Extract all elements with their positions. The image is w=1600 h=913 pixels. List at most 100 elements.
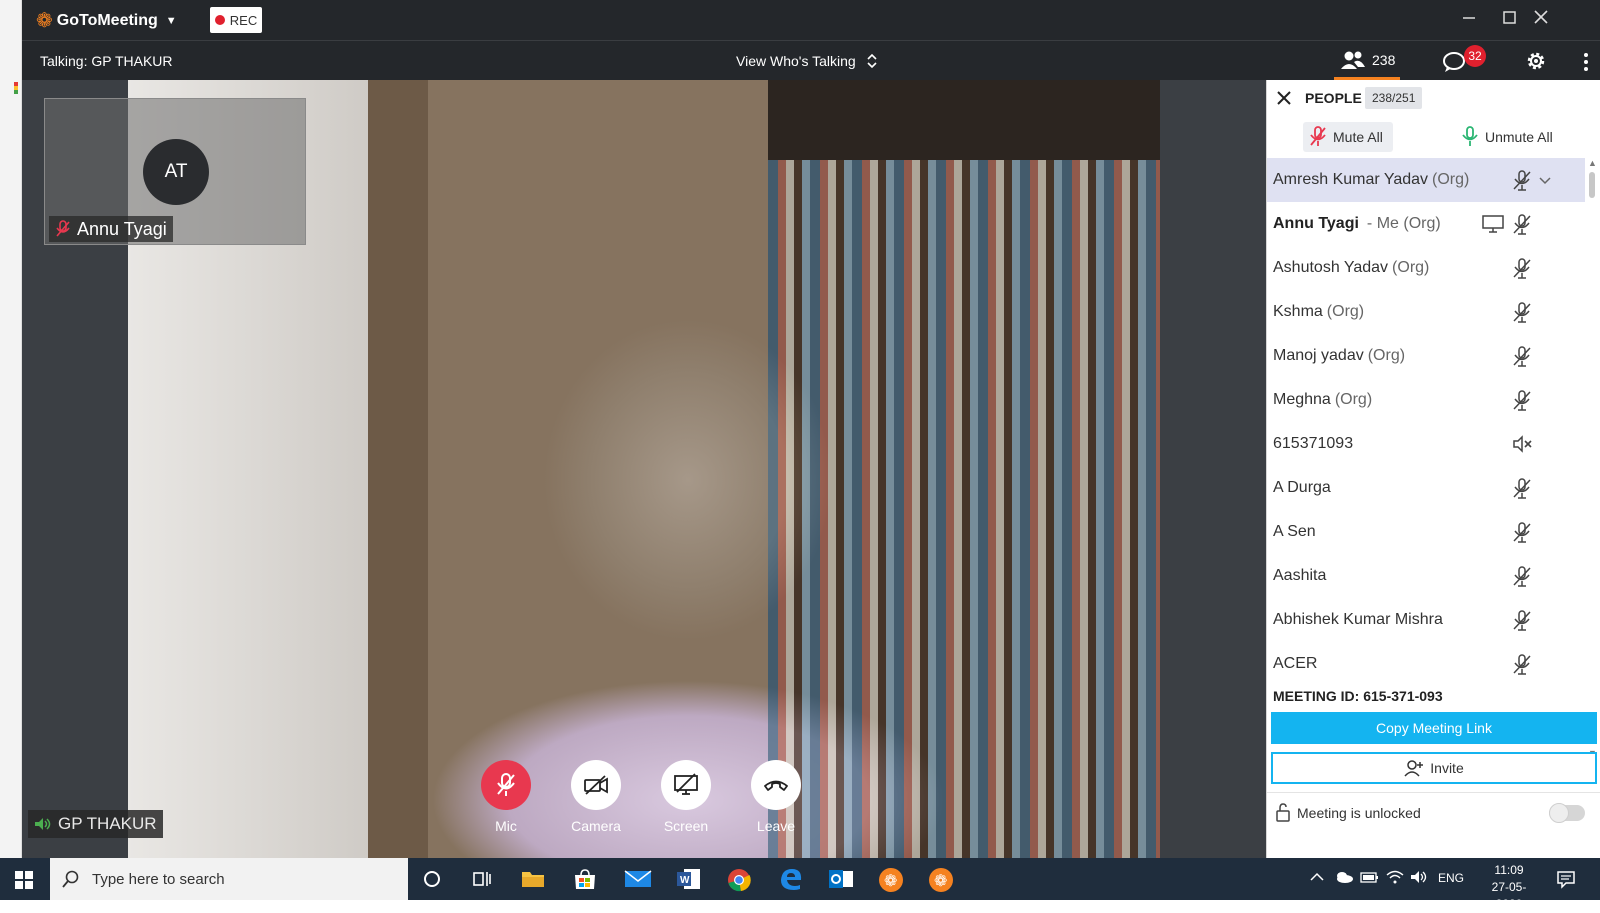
taskbar-search-box[interactable]: Type here to search xyxy=(50,858,408,900)
battery-icon[interactable] xyxy=(1360,870,1380,887)
view-whos-talking-dropdown[interactable]: View Who's Talking xyxy=(736,52,878,70)
meeting-lock-toggle[interactable] xyxy=(1549,803,1585,823)
participant-mic-muted-icon[interactable] xyxy=(1511,345,1533,374)
start-button[interactable] xyxy=(14,870,34,895)
participant-mic-muted-icon[interactable] xyxy=(1511,521,1533,550)
talking-indicator: Talking: GP THAKUR xyxy=(40,53,173,69)
unmute-all-label: Unmute All xyxy=(1485,129,1553,145)
leave-button[interactable]: Leave xyxy=(740,760,812,834)
avatar: AT xyxy=(143,139,209,205)
screen-label: Screen xyxy=(663,818,709,834)
participant-org: (Org) xyxy=(1326,303,1365,320)
participant-mic-muted-icon[interactable] xyxy=(1511,257,1533,286)
edge-icon[interactable] xyxy=(778,867,804,891)
participant-mic-muted-icon[interactable] xyxy=(1511,169,1533,198)
list-item[interactable]: Aashita xyxy=(1267,554,1585,598)
windows-logo-icon xyxy=(15,871,33,889)
camera-button[interactable]: Camera xyxy=(560,760,632,834)
mic-button[interactable]: Mic xyxy=(470,760,542,834)
outlook-icon[interactable] xyxy=(828,867,854,891)
chevron-down-icon: ▼ xyxy=(165,15,177,27)
task-view-icon[interactable] xyxy=(470,867,496,891)
participant-org: (Org) xyxy=(1367,347,1406,364)
mute-all-button[interactable]: Mute All xyxy=(1303,122,1393,152)
mail-icon[interactable] xyxy=(624,867,652,891)
store-icon[interactable] xyxy=(572,867,598,891)
svg-text:W: W xyxy=(680,875,690,886)
unmute-all-button[interactable]: Unmute All xyxy=(1461,122,1553,152)
participant-mic-muted-icon[interactable] xyxy=(1511,477,1533,506)
onedrive-icon[interactable] xyxy=(1334,870,1354,887)
participant-mic-muted-icon[interactable] xyxy=(1511,213,1533,242)
scrollbar-thumb[interactable] xyxy=(1589,172,1595,198)
list-item[interactable]: A Sen xyxy=(1267,510,1585,554)
taskbar-clock[interactable]: 11:09 27-05-2020 xyxy=(1484,862,1534,913)
chevron-down-icon[interactable] xyxy=(1539,172,1551,190)
active-speaker-name: GP THAKUR xyxy=(58,814,157,833)
mic-muted-icon xyxy=(1310,126,1326,146)
speaker-muted-icon[interactable] xyxy=(1511,433,1535,460)
participant-name: Manoj yadav xyxy=(1273,347,1364,364)
list-item[interactable]: Amresh Kumar Yadav (Org) xyxy=(1267,158,1585,202)
participant-list-scrollbar[interactable]: ▲ ▼ xyxy=(1585,158,1599,762)
people-tab-button[interactable]: 238 xyxy=(1340,49,1395,71)
video-bookshelf-region xyxy=(768,160,1160,858)
maximize-button[interactable] xyxy=(1498,8,1520,30)
participant-org: (Org) xyxy=(1432,171,1470,188)
list-item[interactable]: Manoj yadav (Org) xyxy=(1267,334,1585,378)
svg-text:❁: ❁ xyxy=(934,871,947,890)
gotomeeting-taskbar-icon-2[interactable]: ❁ xyxy=(928,867,954,892)
close-panel-button[interactable] xyxy=(1275,89,1293,112)
mic-icon xyxy=(1462,126,1478,146)
volume-icon[interactable] xyxy=(1410,870,1428,887)
close-window-button[interactable] xyxy=(1530,8,1552,30)
tray-expand-icon[interactable] xyxy=(1310,870,1324,887)
participant-tile-annu-tyagi[interactable]: AT Annu Tyagi xyxy=(44,98,306,245)
input-language[interactable]: ENG xyxy=(1438,871,1464,885)
participant-name: Amresh Kumar Yadav xyxy=(1273,171,1429,188)
screen-share-button[interactable]: Screen xyxy=(650,760,722,834)
cortana-icon[interactable] xyxy=(420,867,446,891)
list-item[interactable]: ACER xyxy=(1267,642,1585,686)
wifi-icon[interactable] xyxy=(1386,870,1404,887)
search-placeholder: Type here to search xyxy=(92,870,225,888)
list-item[interactable]: Abhishek Kumar Mishra xyxy=(1267,598,1585,642)
gotomeeting-taskbar-icon[interactable]: ❁ xyxy=(878,867,904,892)
unlock-icon xyxy=(1275,803,1291,828)
invite-button[interactable]: Invite xyxy=(1271,752,1597,784)
list-item[interactable]: Meghna (Org) xyxy=(1267,378,1585,422)
list-item[interactable]: Ashutosh Yadav (Org) xyxy=(1267,246,1585,290)
copy-meeting-link-button[interactable]: Copy Meeting Link xyxy=(1271,712,1597,744)
close-icon xyxy=(1534,10,1548,24)
settings-button[interactable] xyxy=(1524,49,1548,78)
sort-updown-icon xyxy=(867,53,877,69)
people-count-badge: 238/251 xyxy=(1365,87,1423,109)
phone-hangup-icon xyxy=(764,780,788,791)
people-panel-title: PEOPLE xyxy=(1305,90,1362,106)
participant-mic-muted-icon[interactable] xyxy=(1511,389,1533,418)
scroll-up-icon[interactable]: ▲ xyxy=(1588,158,1597,168)
more-options-button[interactable] xyxy=(1582,51,1590,78)
participant-list[interactable]: Amresh Kumar Yadav (Org) Annu Tyagi - Me… xyxy=(1267,158,1585,762)
participant-mic-muted-icon[interactable] xyxy=(1511,565,1533,594)
action-center-button[interactable] xyxy=(1556,869,1576,894)
file-explorer-icon[interactable] xyxy=(520,867,546,891)
screen-off-icon xyxy=(674,773,698,795)
windows-taskbar: Type here to search W ❁ ❁ ENG 11:09 27-0… xyxy=(0,858,1600,911)
participant-mic-muted-icon[interactable] xyxy=(1511,653,1533,682)
minimize-button[interactable] xyxy=(1458,8,1480,30)
list-item[interactable]: Kshma (Org) xyxy=(1267,290,1585,334)
recording-badge[interactable]: REC xyxy=(210,7,262,33)
participant-mic-muted-icon[interactable] xyxy=(1511,301,1533,330)
list-item[interactable]: A Durga xyxy=(1267,466,1585,510)
participant-mic-muted-icon[interactable] xyxy=(1511,609,1533,638)
chat-unread-badge: 32 xyxy=(1464,45,1486,67)
word-icon[interactable]: W xyxy=(676,867,702,891)
participant-name: Meghna xyxy=(1273,391,1331,408)
list-item[interactable]: 615371093 xyxy=(1267,422,1585,466)
app-logo-menu[interactable]: ❁ GoToMeeting ▼ xyxy=(36,10,177,32)
participant-name: 615371093 xyxy=(1273,435,1354,452)
notification-icon xyxy=(1557,871,1575,889)
chrome-icon[interactable] xyxy=(726,867,752,892)
list-item[interactable]: Annu Tyagi - Me (Org) xyxy=(1267,202,1585,246)
